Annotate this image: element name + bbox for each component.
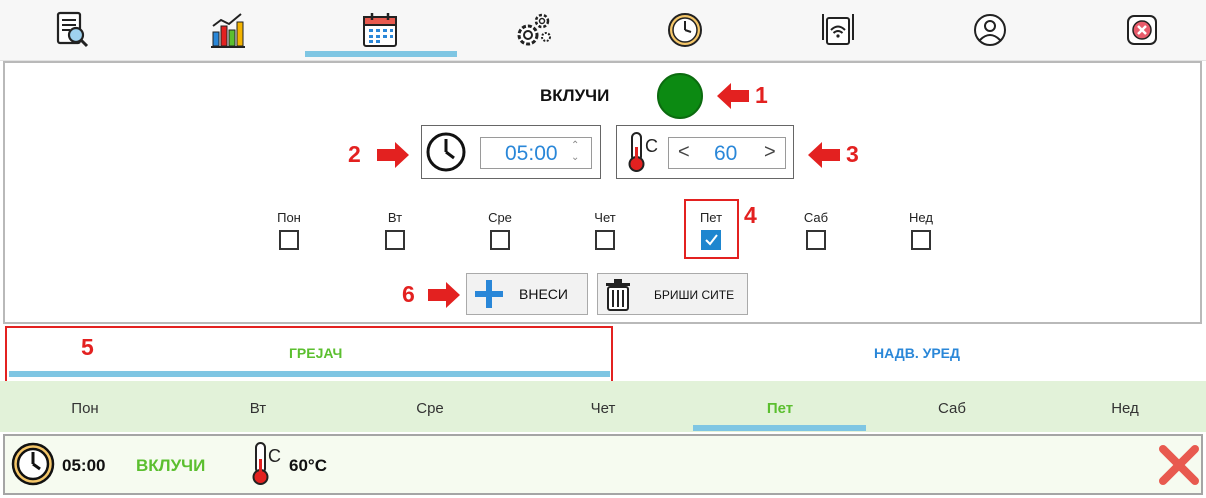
active-day-indicator <box>693 425 866 431</box>
bar-chart-icon[interactable] <box>207 10 247 50</box>
status-indicator-led[interactable] <box>657 73 703 119</box>
add-entry-label: ВНЕСИ <box>519 286 568 302</box>
day-label-tue: Вт <box>387 210 403 225</box>
day-checkbox-tue[interactable] <box>385 230 405 250</box>
add-entry-button[interactable]: ВНЕСИ <box>466 273 588 315</box>
day-label-sat: Саб <box>803 210 829 225</box>
day-checkbox-mon[interactable] <box>279 230 299 250</box>
annotation-arrow-3 <box>808 142 842 173</box>
tab-outdoor-unit-label: НАДВ. УРЕД <box>874 345 960 361</box>
gears-icon[interactable] <box>513 10 553 50</box>
document-search-icon[interactable] <box>52 10 92 50</box>
trash-icon <box>606 279 630 311</box>
day-label-mon: Пон <box>277 210 301 225</box>
day-checkbox-sun[interactable] <box>911 230 931 250</box>
day-checkbox-sat[interactable] <box>806 230 826 250</box>
time-value: 05:00 <box>505 142 558 165</box>
day-label-thu: Чет <box>594 210 616 225</box>
annotation-arrow-6 <box>426 282 460 313</box>
annotation-number-2: 2 <box>348 141 361 167</box>
spin-up-icon[interactable]: ⌃ <box>571 140 579 151</box>
day-tab-thu[interactable]: Чет <box>558 400 648 417</box>
time-input[interactable]: 05:00 ⌃ ⌄ <box>480 137 592 169</box>
day-label-fri: Пет <box>699 210 723 225</box>
tab-outdoor-unit[interactable]: НАДВ. УРЕД <box>612 326 1206 378</box>
entry-time: 05:00 <box>62 456 106 475</box>
day-label-wed: Сре <box>488 210 512 225</box>
annotation-arrow-1 <box>717 83 751 114</box>
entry-temperature: 60°C <box>289 456 327 475</box>
day-checkbox-thu[interactable] <box>595 230 615 250</box>
day-tab-sat[interactable]: Саб <box>907 400 997 417</box>
annotation-number-4: 4 <box>744 202 757 228</box>
annotation-number-1: 1 <box>755 82 768 108</box>
annotation-arrow-2 <box>375 142 409 173</box>
active-mode-indicator <box>9 371 610 377</box>
tab-heater[interactable]: ГРЕЈАЧ <box>6 326 610 378</box>
temperature-unit-symbol: C <box>645 136 658 156</box>
annotation-number-6: 6 <box>402 281 415 307</box>
plus-icon <box>475 280 503 308</box>
temperature-value: 60 <box>714 142 738 165</box>
tab-heater-label: ГРЕЈАЧ <box>289 345 343 361</box>
annotation-box-4 <box>684 199 739 259</box>
temperature-input[interactable]: < 60 > <box>668 137 786 169</box>
day-checkbox-fri[interactable] <box>701 230 721 250</box>
day-tab-wed[interactable]: Сре <box>385 400 475 417</box>
day-tab-fri[interactable]: Пет <box>735 400 825 417</box>
close-app-icon[interactable] <box>1122 10 1162 50</box>
day-checkbox-wed[interactable] <box>490 230 510 250</box>
decrease-temperature-icon[interactable]: < <box>678 141 690 164</box>
day-tab-sun[interactable]: Нед <box>1080 400 1170 417</box>
active-tab-indicator <box>305 51 457 57</box>
delete-all-button[interactable]: БРИШИ СИТЕ <box>597 273 748 315</box>
spin-down-icon[interactable]: ⌄ <box>571 152 579 163</box>
clock-icon[interactable] <box>665 10 705 50</box>
calendar-icon[interactable] <box>360 10 400 50</box>
entry-temperature-unit-symbol: C <box>268 446 281 466</box>
red-x-icon <box>1159 445 1199 485</box>
day-tab-mon[interactable]: Пон <box>40 400 130 417</box>
delete-entry-button[interactable] <box>1158 444 1200 491</box>
user-profile-icon[interactable] <box>970 10 1010 50</box>
status-label: ВКЛУЧИ <box>540 86 610 105</box>
clock-icon <box>425 131 467 178</box>
wifi-router-icon[interactable] <box>818 10 858 50</box>
entry-status: ВКЛУЧИ <box>136 456 206 475</box>
delete-all-label: БРИШИ СИТЕ <box>654 288 735 302</box>
day-tab-tue[interactable]: Вт <box>213 400 303 417</box>
top-tab-bar <box>0 0 1206 61</box>
clock-icon <box>10 441 56 492</box>
annotation-number-3: 3 <box>846 141 859 167</box>
checkmark-icon <box>705 234 718 246</box>
day-label-sun: Нед <box>909 210 933 225</box>
increase-temperature-icon[interactable]: > <box>764 141 776 164</box>
